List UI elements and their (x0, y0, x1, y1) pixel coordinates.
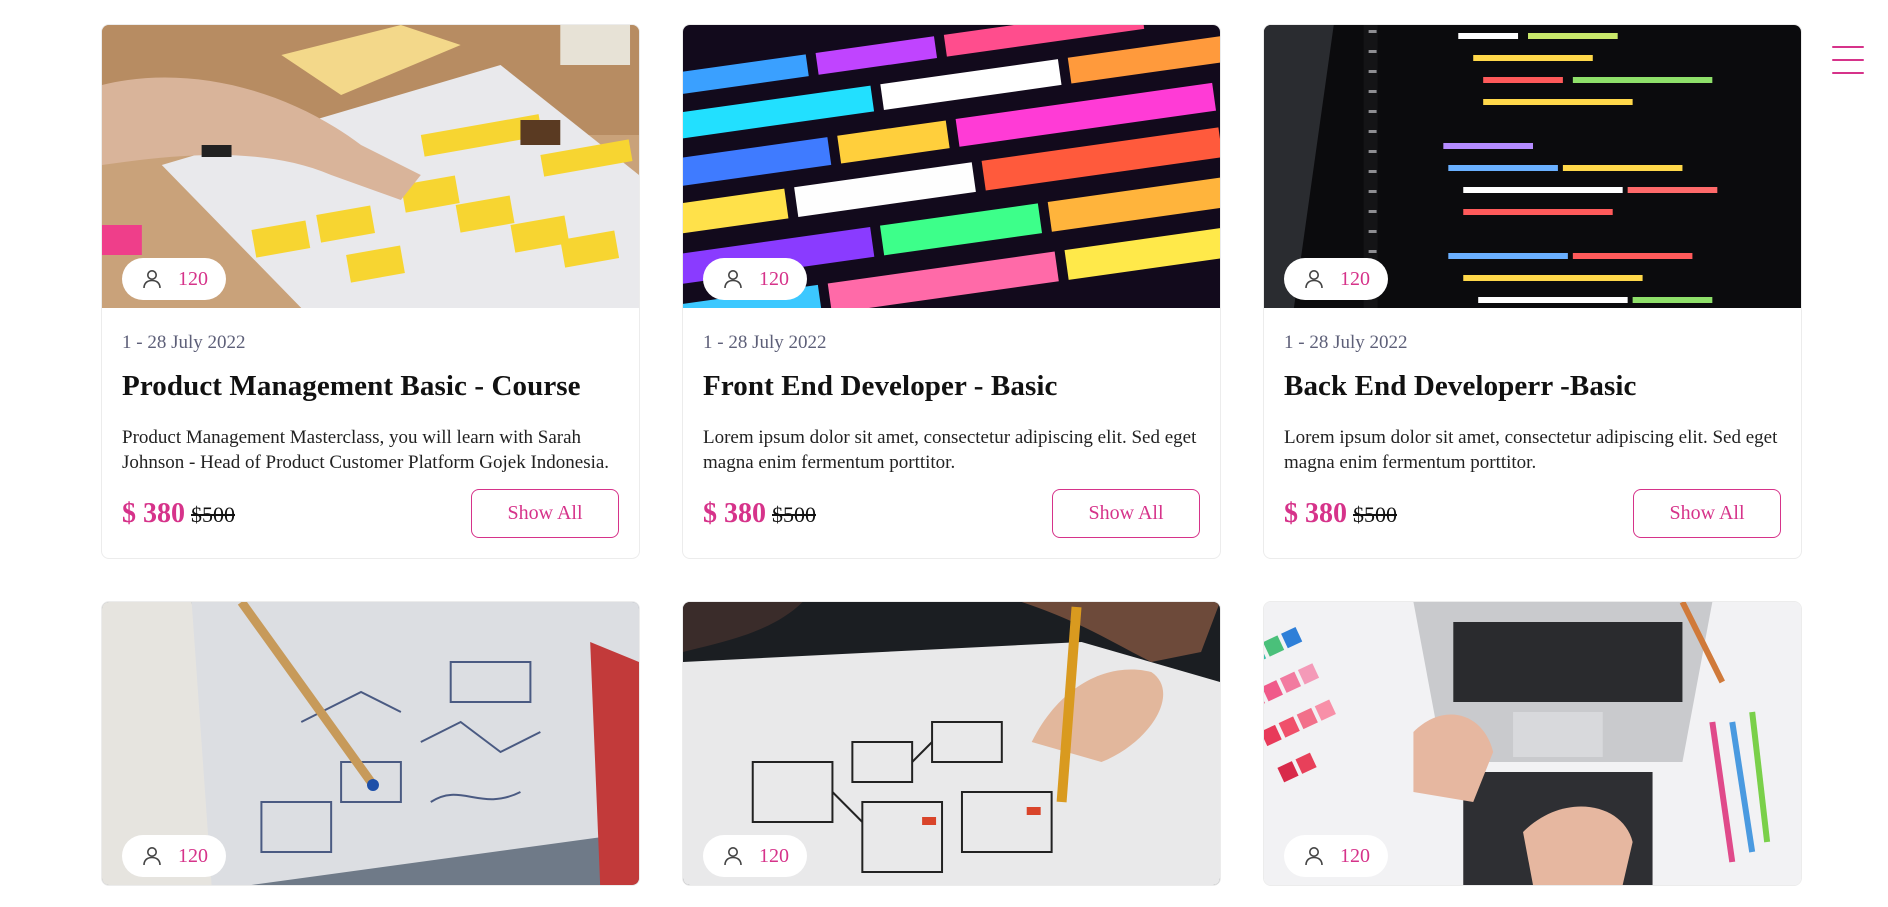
course-date: 1 - 28 July 2022 (122, 332, 246, 353)
course-grid: 120 1 - 28 July 2022 Product Management … (101, 24, 1802, 886)
seat-count-badge: 120 (1284, 258, 1388, 300)
course-image-code-screen: 120 (683, 25, 1220, 308)
current-price: $ 380 (1284, 497, 1347, 529)
course-image-designer-laptop: 120 (1264, 602, 1801, 885)
seat-count-badge: 120 (703, 835, 807, 877)
seat-count-badge: 120 (122, 258, 226, 300)
seat-count: 120 (178, 267, 208, 290)
course-price: $ 380 $500 (703, 498, 816, 530)
show-all-button[interactable]: Show All (1052, 489, 1200, 538)
course-footer: $ 380 $500 Show All (703, 489, 1200, 538)
course-image-sticky-notes: 120 (102, 25, 639, 308)
seat-count-badge: 120 (703, 258, 807, 300)
current-price: $ 380 (703, 497, 766, 529)
current-price: $ 380 (122, 497, 185, 529)
course-card-body: 1 - 28 July 2022 Front End Developer - B… (683, 308, 1220, 558)
seat-count-badge: 120 (1284, 835, 1388, 877)
course-card-body: 1 - 28 July 2022 Product Management Basi… (102, 308, 639, 558)
seat-count: 120 (1340, 844, 1370, 867)
course-description: Lorem ipsum dolor sit amet, consectetur … (1284, 427, 1778, 473)
course-title[interactable]: Front End Developer - Basic (703, 370, 1200, 403)
seat-count: 120 (759, 267, 789, 290)
course-card[interactable]: 120 (682, 601, 1221, 886)
user-icon (724, 270, 742, 289)
course-price: $ 380 $500 (122, 498, 235, 530)
course-price: $ 380 $500 (1284, 498, 1397, 530)
show-all-button[interactable]: Show All (1633, 489, 1781, 538)
seat-count: 120 (1340, 267, 1370, 290)
course-image-wireframe-drawing: 120 (683, 602, 1220, 885)
course-image-python-monitor: 120 (1264, 25, 1801, 308)
user-icon (143, 847, 161, 866)
course-card[interactable]: 120 1 - 28 July 2022 Front End Developer… (682, 24, 1221, 559)
course-image-notebook-sketch: 120 (102, 602, 639, 885)
course-card[interactable]: 120 (1263, 601, 1802, 886)
course-card[interactable]: 120 (101, 601, 640, 886)
course-date: 1 - 28 July 2022 (703, 332, 827, 353)
menu-bar (1832, 59, 1864, 61)
seat-count: 120 (178, 844, 208, 867)
original-price: $500 (191, 501, 235, 527)
course-card[interactable]: 120 1 - 28 July 2022 Back End Developerr… (1263, 24, 1802, 559)
menu-bar (1832, 46, 1864, 48)
user-icon (143, 270, 161, 289)
course-footer: $ 380 $500 Show All (1284, 489, 1781, 538)
user-icon (1305, 270, 1323, 289)
course-card-body: 1 - 28 July 2022 Back End Developerr -Ba… (1264, 308, 1801, 558)
original-price: $500 (1353, 501, 1397, 527)
course-title[interactable]: Product Management Basic - Course (122, 370, 619, 403)
hamburger-menu-icon[interactable] (1832, 46, 1864, 74)
seat-count: 120 (759, 844, 789, 867)
user-icon (724, 847, 742, 866)
original-price: $500 (772, 501, 816, 527)
course-description: Product Management Masterclass, you will… (122, 427, 610, 473)
menu-bar (1832, 72, 1864, 74)
user-icon (1305, 847, 1323, 866)
course-description: Lorem ipsum dolor sit amet, consectetur … (703, 427, 1197, 473)
course-footer: $ 380 $500 Show All (122, 489, 619, 538)
course-date: 1 - 28 July 2022 (1284, 332, 1408, 353)
course-title[interactable]: Back End Developerr -Basic (1284, 370, 1781, 403)
course-card[interactable]: 120 1 - 28 July 2022 Product Management … (101, 24, 640, 559)
show-all-button[interactable]: Show All (471, 489, 619, 538)
seat-count-badge: 120 (122, 835, 226, 877)
